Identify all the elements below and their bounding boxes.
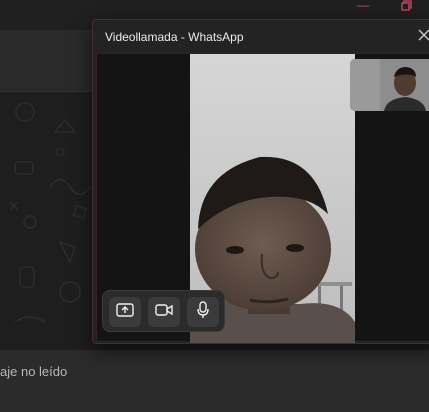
minimize-icon[interactable]: — [352,0,374,14]
video-camera-icon [155,303,173,322]
close-icon[interactable] [413,26,429,48]
microphone-button[interactable] [187,297,219,327]
self-video-preview[interactable] [350,59,429,111]
video-call-window: Videollamada - WhatsApp [92,19,429,344]
microphone-icon [196,300,210,324]
unread-message-text: aje no leído [0,364,68,379]
share-screen-icon [116,302,134,323]
chat-footer [0,350,429,412]
call-title-bar[interactable]: Videollamada - WhatsApp [93,20,429,52]
window-title: Videollamada - WhatsApp [105,30,244,44]
call-controls [102,290,225,332]
restore-icon[interactable] [396,0,418,14]
camera-button[interactable] [148,297,180,327]
share-screen-button[interactable] [109,297,141,327]
